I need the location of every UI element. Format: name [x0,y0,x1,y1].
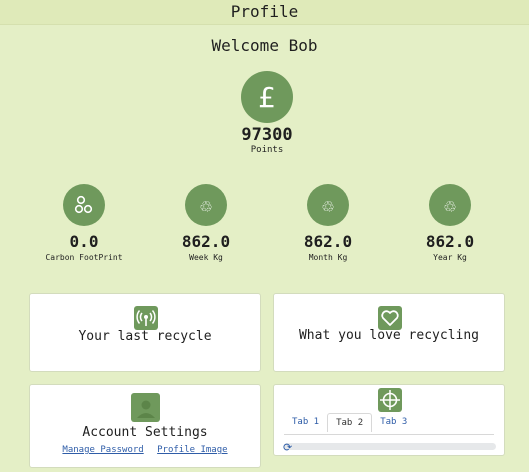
stat-label: Week Kg [189,253,223,262]
points-value: 97300 [241,125,293,145]
profile-image-link[interactable]: Profile Image [157,445,227,455]
recycle-icon: ♲ [429,184,471,226]
last-recycle-card[interactable]: Your last recycle [29,293,261,372]
stat-value: 862.0 [303,232,353,251]
recycle-icon: ♲ [307,184,349,226]
love-recycling-card[interactable]: What you love recycling [273,293,505,372]
tabs-card: Tab 1 Tab 2 Tab 3 ⟳ [273,384,505,456]
manage-password-link[interactable]: Manage Password [62,445,143,455]
progress-bar [284,443,496,450]
stat-label: Carbon FootPrint [45,253,123,262]
page-header: Profile [0,0,529,25]
stat-value: 862.0 [425,232,475,251]
user-icon [131,393,160,422]
refresh-icon: ⟳ [283,441,293,454]
stat-week-kg: ♲ 862.0 Week Kg [150,184,262,262]
tab-2[interactable]: Tab 2 [327,413,373,432]
heart-icon [378,306,402,330]
love-recycling-title: What you love recycling [298,328,479,343]
stat-carbon-footprint: 0.0 Carbon FootPrint [28,184,140,262]
broadcast-icon [134,306,158,330]
tab-bar: Tab 1 Tab 2 Tab 3 [284,413,415,432]
stat-month-kg: ♲ 862.0 Month Kg [272,184,384,262]
stat-value: 862.0 [181,232,231,251]
tab-3[interactable]: Tab 3 [372,413,415,432]
stat-label: Year Kg [433,253,467,262]
welcome-text: Welcome Bob [211,36,318,55]
points-label: Points [250,145,284,155]
last-recycle-title: Your last recycle [78,329,212,344]
tab-divider [284,434,494,435]
recycle-icon: ♲ [185,184,227,226]
stat-label: Month Kg [308,253,348,262]
stat-year-kg: ♲ 862.0 Year Kg [394,184,506,262]
stat-value: 0.0 [69,232,99,251]
tab-1[interactable]: Tab 1 [284,413,327,432]
crosshair-icon [378,388,402,412]
pound-icon: £ [241,71,293,123]
account-settings-title: Account Settings [82,425,208,440]
molecule-icon [63,184,105,226]
account-settings-card: Account Settings Manage Password Profile… [29,384,261,468]
page-title: Profile [230,2,299,21]
account-links: Manage Password Profile Image [30,445,260,455]
